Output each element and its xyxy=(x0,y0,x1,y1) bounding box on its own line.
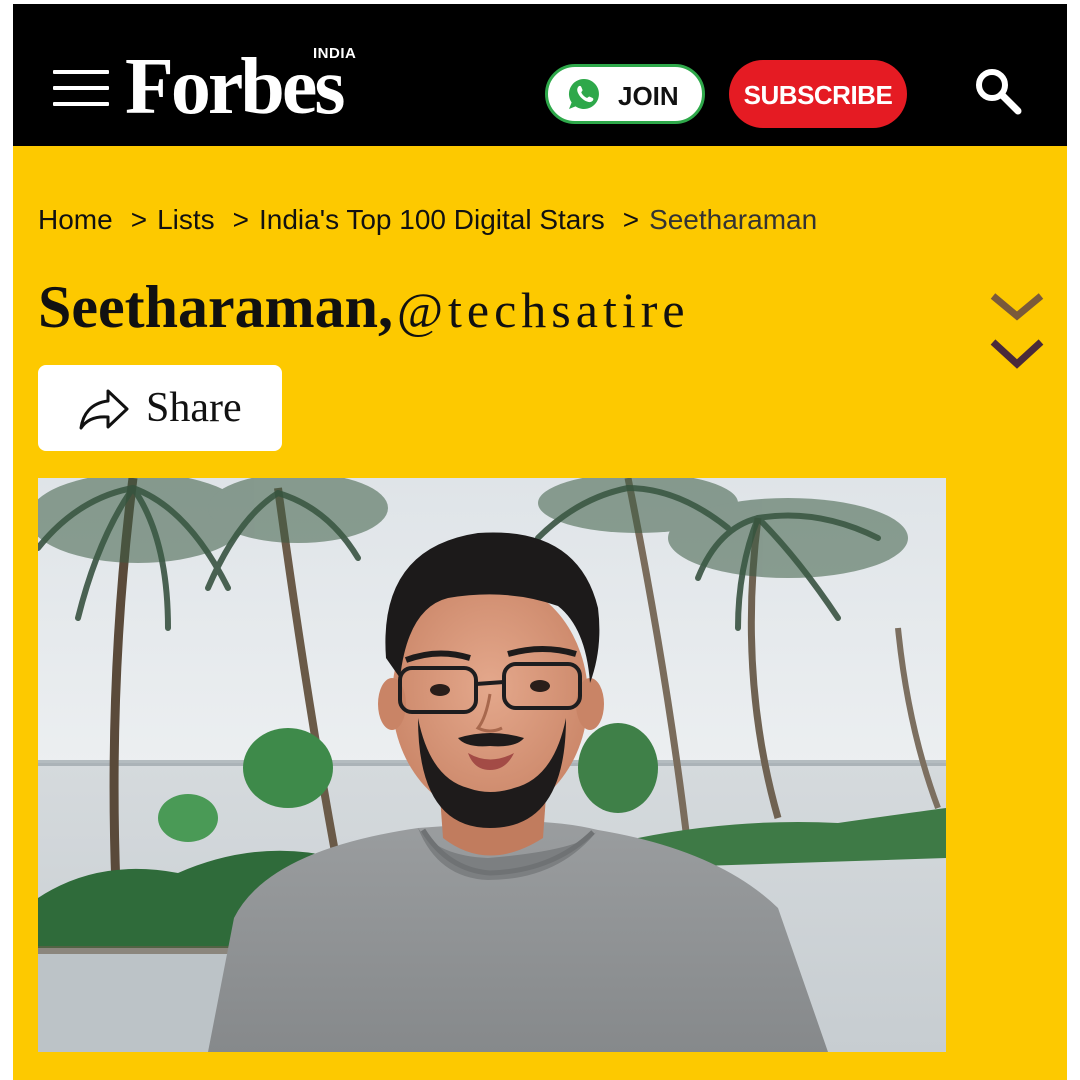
top-navigation-bar: Forbes INDIA JOIN SUBSCRIBE xyxy=(13,4,1067,146)
profile-photo xyxy=(38,478,946,1052)
page-frame: Forbes INDIA JOIN SUBSCRIBE Home > Lists > I… xyxy=(13,4,1067,1080)
whatsapp-icon xyxy=(568,78,599,109)
breadcrumb-lists[interactable]: Lists xyxy=(157,200,215,240)
logo-wordmark: Forbes xyxy=(125,43,346,131)
share-icon xyxy=(79,389,129,430)
breadcrumb: Home > Lists > India's Top 100 Digital Stars… xyxy=(38,200,817,240)
chevron-down-icon[interactable] xyxy=(987,290,1047,380)
subscribe-label: SUBSCRIBE xyxy=(743,80,893,110)
share-label: Share xyxy=(146,385,242,431)
subscribe-button[interactable]: SUBSCRIBE xyxy=(729,60,907,128)
search-icon[interactable] xyxy=(973,66,1023,116)
breadcrumb-current: Seetharaman xyxy=(649,204,818,235)
profile-handle: @techsatire xyxy=(396,282,690,338)
profile-name: Seetharaman, xyxy=(38,274,393,340)
breadcrumb-separator: > xyxy=(232,204,249,235)
breadcrumb-separator: > xyxy=(622,204,640,235)
breadcrumb-home[interactable]: Home xyxy=(38,200,113,240)
whatsapp-join-button[interactable]: JOIN xyxy=(545,64,705,124)
join-label: JOIN xyxy=(618,81,679,111)
share-button[interactable]: Share xyxy=(38,365,282,451)
breadcrumb-separator: > xyxy=(130,204,148,235)
page-title: Seetharaman, @techsatire xyxy=(38,272,690,342)
breadcrumb-list-name[interactable]: India's Top 100 Digital Stars xyxy=(259,200,605,240)
forbes-india-logo[interactable]: Forbes INDIA xyxy=(125,34,387,134)
menu-icon[interactable] xyxy=(53,70,109,108)
logo-edition: INDIA xyxy=(313,45,357,62)
